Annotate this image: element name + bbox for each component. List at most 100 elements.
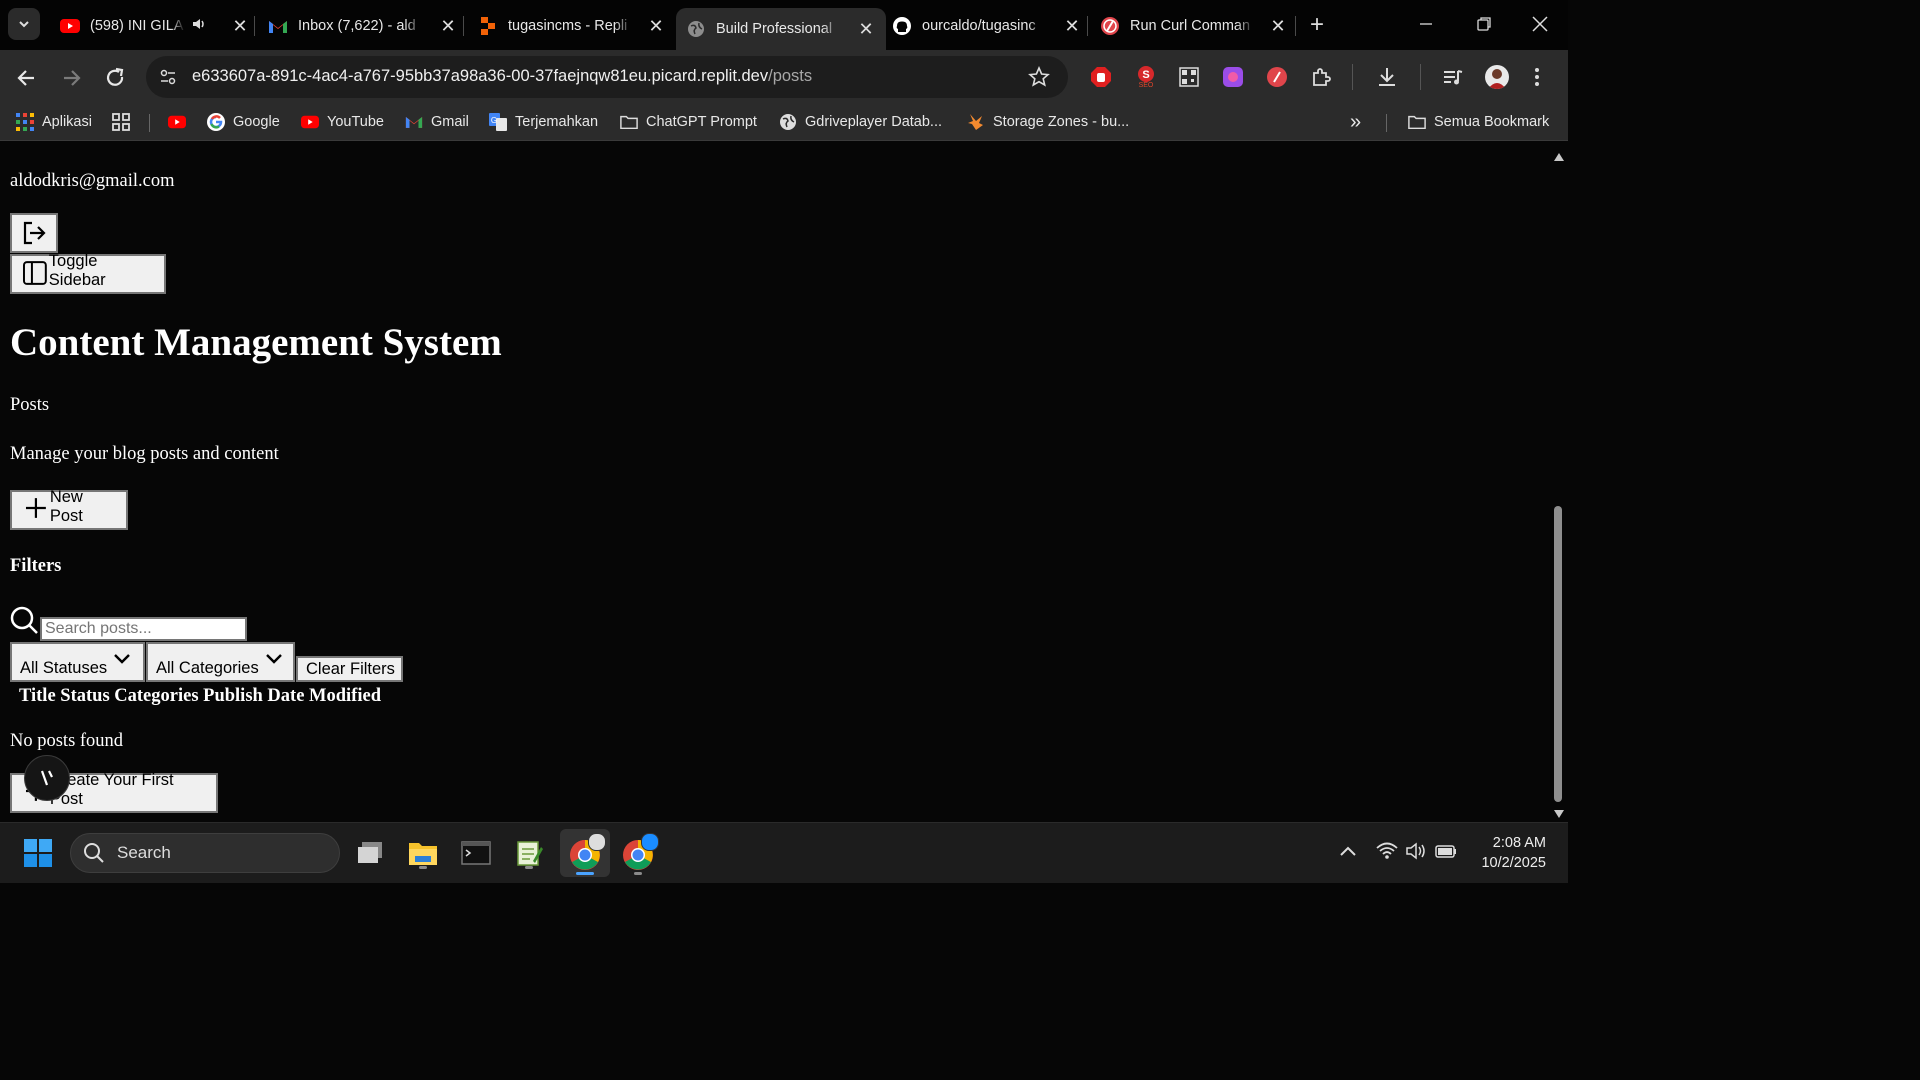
- chevron-down-icon: [114, 654, 130, 664]
- tab-search-button[interactable]: [8, 8, 40, 40]
- youtube-icon: [60, 16, 80, 36]
- task-view-button[interactable]: [350, 833, 390, 873]
- column-header-modified[interactable]: Modified: [309, 686, 381, 706]
- start-button[interactable]: [18, 833, 58, 873]
- page-scrollbar[interactable]: [1550, 148, 1568, 822]
- floating-dev-widget[interactable]: [24, 755, 70, 801]
- bookmarks-bar: Aplikasi Google YouTube Gmail G Terjemah…: [0, 104, 1568, 141]
- bookmark-google[interactable]: Google: [207, 110, 280, 134]
- column-header-title[interactable]: Title: [19, 686, 56, 706]
- bookmark-terjemahkan[interactable]: G Terjemahkan: [489, 110, 598, 134]
- logout-button[interactable]: [10, 213, 58, 253]
- profile-avatar[interactable]: [1485, 65, 1509, 89]
- status-select[interactable]: All Statuses: [10, 642, 145, 682]
- bookmark-label: Semua Bookmark: [1434, 114, 1550, 130]
- bookmark-gmail[interactable]: Gmail: [405, 110, 469, 134]
- chrome-profile-button[interactable]: [560, 829, 610, 877]
- back-button[interactable]: [14, 65, 40, 91]
- battery-icon[interactable]: [1434, 843, 1458, 864]
- bookmark-youtube[interactable]: YouTube: [301, 110, 384, 134]
- address-bar[interactable]: e633607a-891c-4ac4-a767-95bb37a98a36-00-…: [146, 56, 1068, 98]
- column-header-status[interactable]: Status: [60, 686, 109, 706]
- sidebar-icon: [22, 261, 47, 285]
- new-tab-button[interactable]: +: [1304, 12, 1330, 38]
- page-viewport: aldodkris@gmail.com Toggle Sidebar Conte…: [0, 148, 1550, 822]
- url-path: /posts: [768, 67, 813, 85]
- tab-curl[interactable]: Run Curl Comman ✕: [1092, 8, 1298, 44]
- notepad-icon: [517, 841, 543, 866]
- close-icon[interactable]: ✕: [230, 16, 250, 37]
- tab-youtube[interactable]: (598) INI GILA I ✕: [52, 8, 260, 44]
- tab-gmail[interactable]: Inbox (7,622) - ald ✕: [260, 8, 468, 44]
- tab-github[interactable]: ourcaldo/tugasinc ✕: [884, 8, 1092, 44]
- bookmark-aplikasi[interactable]: Aplikasi: [16, 110, 92, 134]
- curl-extension-icon[interactable]: [1266, 66, 1288, 93]
- wifi-icon[interactable]: [1376, 842, 1398, 865]
- page-title: Content Management System: [10, 321, 502, 364]
- column-header-publish-date[interactable]: Publish Date: [203, 686, 304, 706]
- clock[interactable]: 2:08 AM 10/2/2025: [1472, 833, 1546, 873]
- close-icon[interactable]: ✕: [856, 19, 876, 40]
- bookmark-label: Terjemahkan: [515, 114, 599, 130]
- category-select[interactable]: All Categories: [146, 642, 295, 682]
- close-icon[interactable]: ✕: [646, 16, 666, 37]
- toggle-sidebar-button[interactable]: Toggle Sidebar: [10, 252, 166, 294]
- bookmarks-divider: [1386, 114, 1387, 132]
- color-extension-icon[interactable]: [1222, 66, 1244, 93]
- media-control-icon[interactable]: [1441, 65, 1465, 94]
- bookmark-all-bookmarks[interactable]: Semua Bookmark: [1408, 110, 1549, 134]
- close-icon[interactable]: ✕: [1268, 16, 1288, 37]
- bookmark-chatgpt-prompt[interactable]: ChatGPT Prompt: [620, 110, 757, 134]
- site-info-icon[interactable]: [158, 67, 178, 92]
- globe-icon: [779, 113, 797, 131]
- reload-button[interactable]: [102, 65, 128, 91]
- clear-filters-label: Clear Filters: [306, 660, 395, 678]
- tab-replit[interactable]: tugasincms - Repli ✕: [470, 8, 676, 44]
- bookmarks-overflow-button[interactable]: »: [1350, 110, 1361, 134]
- bookmark-tab-groups[interactable]: [112, 110, 138, 134]
- scroll-down-arrow-icon[interactable]: [1553, 809, 1565, 819]
- restore-button[interactable]: [1472, 14, 1496, 34]
- terminal-button[interactable]: [456, 833, 496, 873]
- close-window-button[interactable]: [1528, 14, 1552, 34]
- notepad-button[interactable]: [509, 833, 549, 873]
- file-explorer-button[interactable]: [403, 833, 443, 873]
- scrollbar-thumb[interactable]: [1554, 506, 1562, 802]
- clear-filters-button[interactable]: Clear Filters: [296, 656, 403, 682]
- volume-icon[interactable]: [1405, 842, 1427, 865]
- reload-icon: [106, 67, 124, 86]
- column-header-categories[interactable]: Categories: [114, 686, 198, 706]
- chrome-second-profile-button[interactable]: [616, 829, 666, 877]
- bunny-icon: [967, 113, 985, 131]
- section-title: Posts: [10, 395, 50, 415]
- youtube-icon: [168, 113, 186, 131]
- chevron-up-icon[interactable]: [1338, 843, 1358, 864]
- tab-title: tugasincms - Repli: [508, 18, 628, 34]
- new-post-label: New Post: [49, 488, 83, 525]
- bookmark-gdriveplayer[interactable]: Gdriveplayer Datab...: [779, 110, 942, 134]
- bookmark-storage-zones[interactable]: Storage Zones - bu...: [967, 110, 1129, 134]
- tab-build-professional[interactable]: Build Professional ✕: [676, 8, 886, 50]
- star-icon[interactable]: [1028, 65, 1050, 93]
- bookmarks-divider: [149, 114, 150, 132]
- clock-time: 2:08 AM: [1492, 835, 1546, 851]
- speaker-icon: [191, 16, 207, 36]
- close-icon[interactable]: ✕: [438, 16, 458, 37]
- seo-extension-icon[interactable]: S SEO: [1134, 64, 1158, 93]
- user-email: aldodkris@gmail.com: [10, 171, 175, 191]
- minimize-button[interactable]: [1414, 14, 1438, 34]
- qr-extension-icon[interactable]: [1178, 66, 1200, 93]
- new-post-button[interactable]: New Post: [10, 488, 128, 530]
- extensions-puzzle-icon[interactable]: [1310, 65, 1334, 94]
- download-icon[interactable]: [1375, 65, 1399, 94]
- search-input[interactable]: Search posts...: [40, 617, 247, 641]
- forward-button[interactable]: [58, 65, 84, 91]
- taskbar-search[interactable]: Search: [70, 833, 340, 873]
- bookmark-youtube-icon-only[interactable]: [168, 110, 194, 134]
- menu-dots-icon[interactable]: [1532, 65, 1542, 94]
- scroll-up-arrow-icon[interactable]: [1553, 152, 1565, 162]
- running-indicator: [525, 866, 533, 869]
- close-icon[interactable]: ✕: [1062, 16, 1082, 37]
- adblock-extension-icon[interactable]: [1090, 66, 1112, 93]
- section-description: Manage your blog posts and content: [10, 444, 279, 464]
